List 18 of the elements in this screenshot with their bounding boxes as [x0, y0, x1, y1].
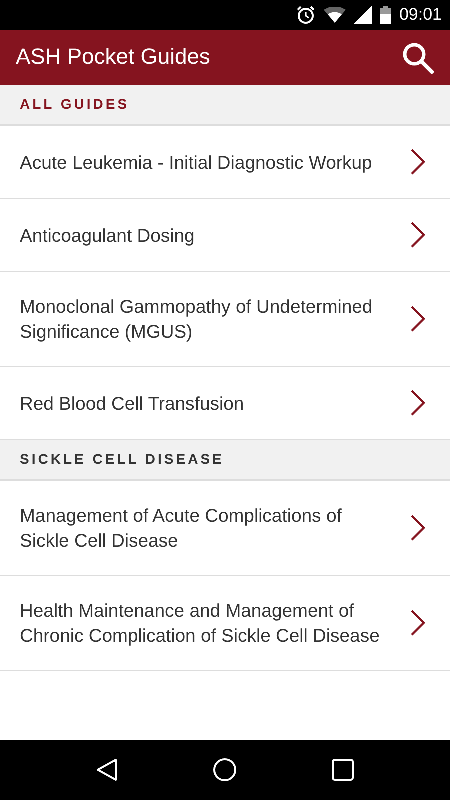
chevron-right-icon: [410, 389, 426, 417]
chevron-right-icon: [410, 305, 426, 333]
section-header: ALL GUIDES: [19, 95, 131, 114]
recents-icon[interactable]: [332, 759, 354, 781]
back-icon[interactable]: [96, 758, 118, 782]
app-title: ASH Pocket Guides: [16, 44, 210, 71]
clock-time: 09:01: [399, 4, 442, 26]
chevron-right-icon: [410, 609, 426, 637]
chevron-right-icon: [410, 148, 426, 176]
search-icon[interactable]: [402, 42, 434, 74]
chevron-right-icon: [410, 514, 426, 542]
wifi-icon: [324, 7, 346, 23]
alarm-icon: [296, 5, 316, 25]
signal-icon: [354, 6, 372, 24]
section-header: SICKLE CELL DISEASE: [19, 450, 226, 469]
battery-icon: [380, 6, 392, 24]
chevron-right-icon: [410, 221, 426, 249]
home-icon[interactable]: [212, 758, 237, 782]
